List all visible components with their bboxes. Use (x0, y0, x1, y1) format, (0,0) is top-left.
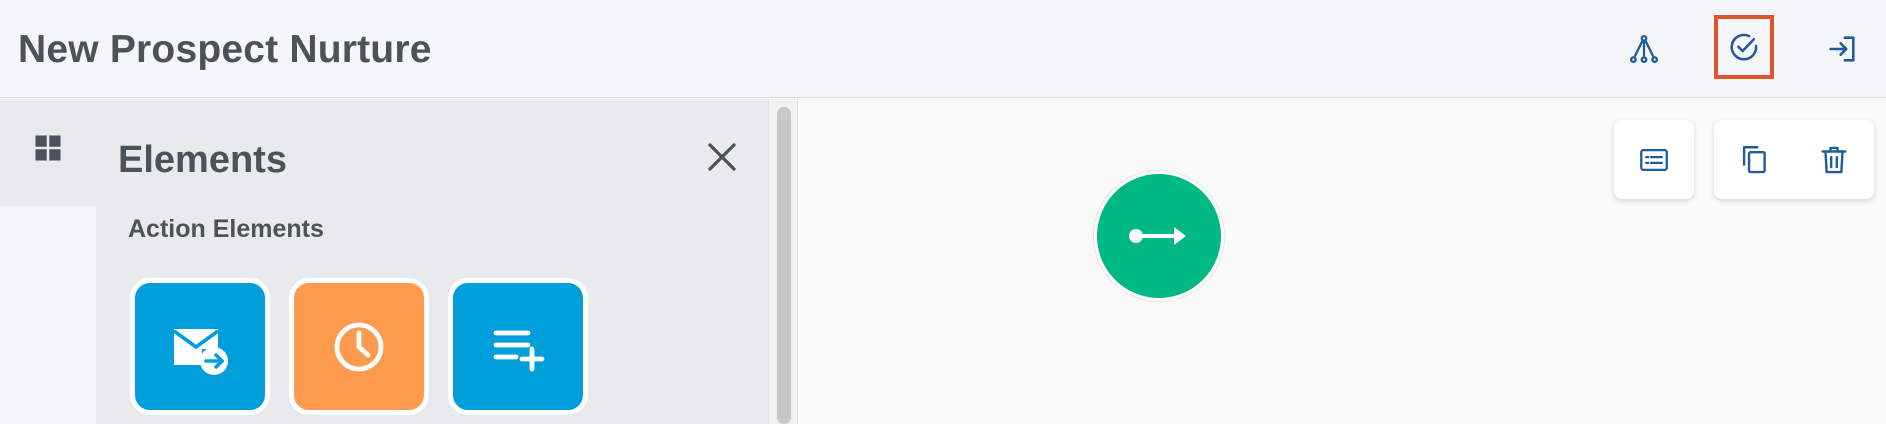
flow-canvas[interactable] (798, 99, 1886, 424)
start-node[interactable] (1094, 171, 1224, 301)
duplicate-button[interactable] (1714, 120, 1794, 199)
flow-structure-button[interactable] (1616, 20, 1672, 78)
delete-icon (1821, 146, 1847, 173)
sidebar-rail (0, 99, 96, 424)
details-card-icon (1640, 148, 1668, 171)
flow-icon (1629, 34, 1659, 64)
validate-icon (1730, 33, 1758, 61)
details-toolbar (1614, 120, 1694, 199)
delete-button[interactable] (1794, 120, 1874, 199)
edit-toolbar (1714, 120, 1874, 199)
elements-panel: Elements Action Elements (96, 99, 768, 424)
scrollbar-thumb[interactable] (777, 107, 791, 424)
wait-clock-icon (334, 322, 384, 371)
add-to-list-icon (493, 330, 545, 371)
duplicate-icon (1742, 145, 1766, 173)
close-icon (708, 143, 736, 171)
send-email-icon (172, 328, 228, 375)
close-panel-button[interactable] (704, 139, 740, 175)
details-button[interactable] (1614, 120, 1694, 199)
start-arrow-icon (1129, 227, 1186, 245)
page-title: New Prospect Nurture (18, 28, 432, 71)
panel-scrollbar[interactable] (768, 99, 798, 424)
panel-title: Elements (118, 139, 287, 181)
header-bar: New Prospect Nurture (0, 0, 1886, 98)
add-to-list-element[interactable] (448, 278, 588, 415)
exit-button[interactable] (1814, 20, 1870, 78)
elements-tab[interactable] (0, 99, 96, 206)
wait-element[interactable] (289, 278, 429, 415)
validate-button[interactable] (1714, 15, 1774, 79)
grid-icon (35, 135, 61, 161)
exit-icon (1829, 36, 1855, 62)
section-title: Action Elements (128, 215, 324, 243)
send-email-element[interactable] (130, 278, 270, 415)
